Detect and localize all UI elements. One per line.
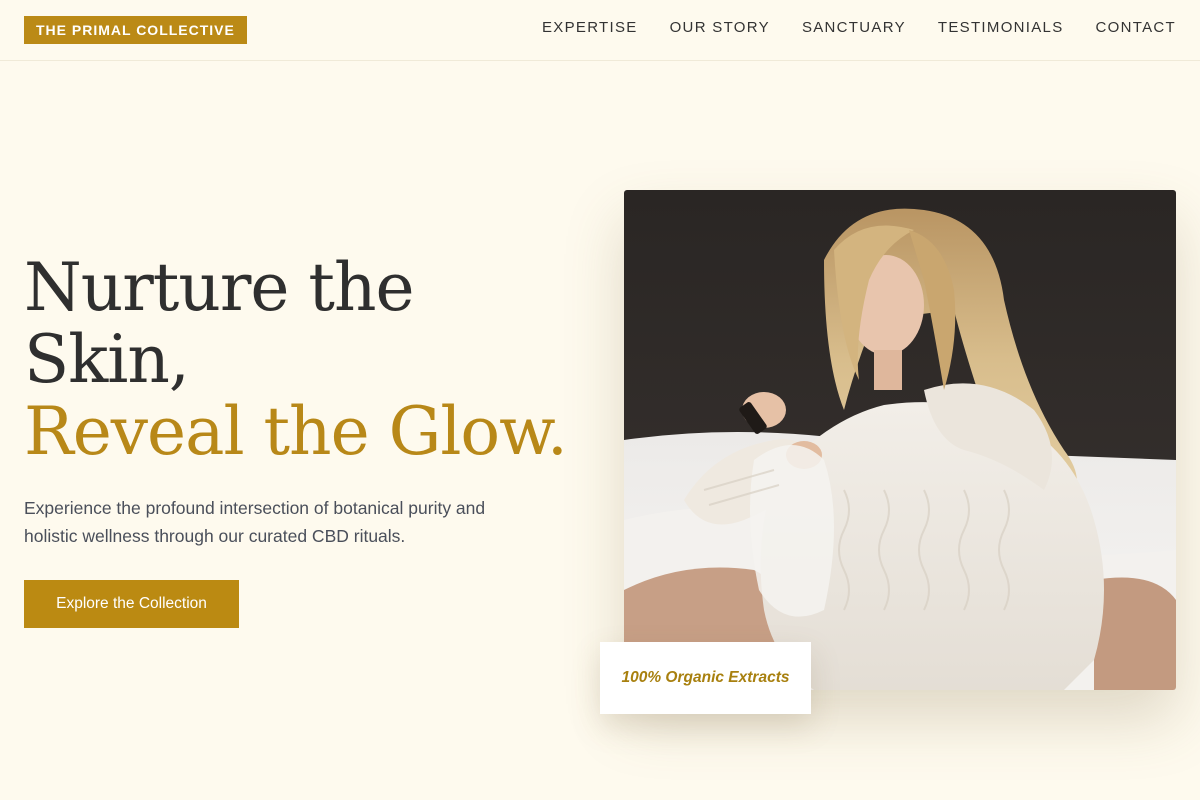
badge-label: 100% Organic Extracts [621,669,790,686]
hero-headline: Nurture the Skin, Reveal the Glow. [24,252,584,468]
main-nav: EXPERTISE OUR STORY SANCTUARY TESTIMONIA… [542,19,1176,36]
hero-photo [624,190,1176,690]
headline-line-2: Skin, [24,321,190,398]
brand-logo[interactable]: THE PRIMAL COLLECTIVE [24,16,247,44]
nav-item-testimonials[interactable]: TESTIMONIALS [938,19,1064,36]
nav-item-our-story[interactable]: OUR STORY [670,19,770,36]
nav-item-sanctuary[interactable]: SANCTUARY [802,19,906,36]
nav-item-contact[interactable]: CONTACT [1096,19,1176,36]
headline-line-1: Nurture the [24,249,415,326]
explore-collection-button[interactable]: Explore the Collection [24,580,239,628]
organic-badge: 100% Organic Extracts [600,642,811,714]
site-header: THE PRIMAL COLLECTIVE EXPERTISE OUR STOR… [0,0,1200,61]
hero-subtext: Experience the profound intersection of … [24,498,486,546]
nav-item-expertise[interactable]: EXPERTISE [542,19,638,36]
headline-accent-line: Reveal the Glow. [24,393,568,470]
